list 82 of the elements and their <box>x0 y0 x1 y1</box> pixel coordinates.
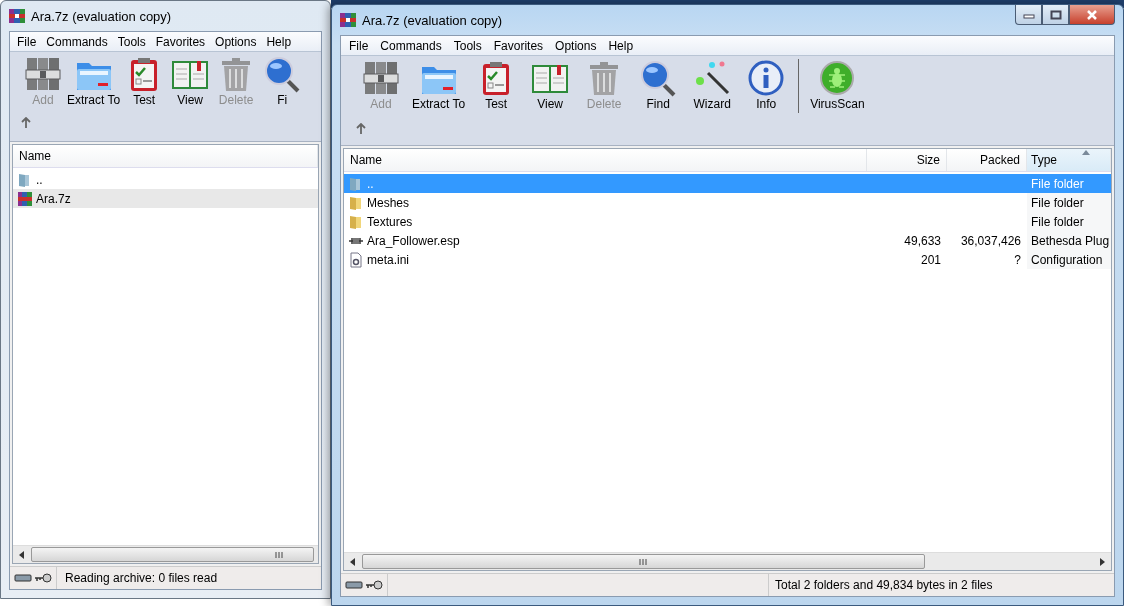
file-row[interactable]: Ara_Follower.esp 49,633 36,037,426 Bethesda Plug <box>344 231 1111 250</box>
file-row[interactable]: Textures File folder <box>344 212 1111 231</box>
column-header[interactable]: Name <box>344 149 867 171</box>
column-header[interactable]: Size <box>867 149 947 171</box>
up-arrow-icon[interactable] <box>20 117 32 129</box>
toolbar-button[interactable]: Extract To <box>409 59 469 111</box>
horizontal-scrollbar[interactable] <box>13 545 318 563</box>
cell-text: ? <box>1014 252 1021 267</box>
close-icon <box>1086 9 1098 20</box>
maximize-button[interactable] <box>1042 5 1069 25</box>
cell-text: File folder <box>1031 195 1084 210</box>
menu-item[interactable]: Tools <box>112 34 151 49</box>
archive-app-icon <box>9 8 25 24</box>
scroll-left-icon[interactable] <box>348 556 358 567</box>
key-icon <box>34 573 52 583</box>
menu-item[interactable]: Favorites <box>487 38 550 53</box>
menu-item[interactable]: Commands <box>374 38 448 53</box>
cell-text: .. <box>36 172 43 187</box>
scrollbar-thumb[interactable] <box>31 547 314 562</box>
menu-item[interactable]: Options <box>210 34 262 49</box>
toolbar-button[interactable]: Extract To <box>66 55 122 107</box>
drive-icon <box>14 573 32 583</box>
toolbar-button[interactable]: Test <box>121 55 168 107</box>
menu-item[interactable]: Commands <box>41 34 113 49</box>
key-icon <box>365 580 383 590</box>
status-text: Reading archive: 0 files read <box>64 571 218 585</box>
cell-text: File folder <box>1031 176 1084 191</box>
toolbar-button[interactable]: View <box>167 55 214 107</box>
toolbar-button[interactable]: Find <box>632 59 685 111</box>
cell-text: 201 <box>920 252 941 267</box>
cell-text: Meshes <box>367 195 410 210</box>
folder-icon <box>348 194 364 211</box>
minimize-button[interactable] <box>1015 5 1042 25</box>
horizontal-scrollbar[interactable] <box>344 552 1111 570</box>
archive-stack-icon <box>361 59 401 97</box>
status-text: Total 2 folders and 49,834 bytes in 2 files <box>768 574 993 596</box>
file-row[interactable]: .. <box>13 170 318 189</box>
cell-text: 49,633 <box>904 233 941 248</box>
cell-text: Bethesda Plug <box>1031 233 1110 248</box>
menu-item[interactable]: Help <box>602 38 640 53</box>
close-button[interactable] <box>1069 5 1115 25</box>
scrollbar-thumb[interactable] <box>362 554 925 569</box>
sort-up-icon <box>1082 150 1090 155</box>
scroll-right-icon[interactable] <box>1097 556 1107 567</box>
window-title: Ara.7z (evaluation copy) <box>31 8 172 24</box>
up-arrow-icon[interactable] <box>355 123 367 135</box>
menu-item[interactable]: Tools <box>447 38 488 53</box>
cell-text: 36,037,426 <box>960 233 1021 248</box>
scroll-left-icon[interactable] <box>17 549 27 560</box>
menu-item[interactable]: Options <box>549 38 603 53</box>
file-row[interactable]: Meshes File folder <box>344 193 1111 212</box>
menu-item[interactable]: File <box>12 34 42 49</box>
cell-text: meta.ini <box>367 252 410 267</box>
folder-icon <box>348 213 364 230</box>
file-row[interactable]: meta.ini 201 ? Configuration <box>344 250 1111 269</box>
cell-text: .. <box>367 176 374 191</box>
toolbar-button[interactable]: Test <box>470 59 523 111</box>
archive-stack-icon <box>23 55 63 93</box>
maximize-icon <box>1049 9 1062 20</box>
window-title: Ara.7z (evaluation copy) <box>362 12 503 28</box>
cell-text: Textures <box>367 214 413 229</box>
column-header[interactable]: Type <box>1027 149 1111 171</box>
cell-text: Ara.7z <box>36 191 71 206</box>
toolbar-button[interactable]: VirusScan <box>807 59 868 111</box>
grip-icon <box>275 551 283 558</box>
cell-text: File folder <box>1031 214 1084 229</box>
toolbar-button[interactable]: Fi <box>259 55 306 107</box>
drive-icon <box>345 580 363 590</box>
archive-app-icon <box>340 12 356 28</box>
file-row[interactable]: Ara.7z <box>13 189 318 208</box>
cell-text: Ara_Follower.esp <box>367 233 460 248</box>
toolbar-button[interactable]: Wizard <box>686 59 739 111</box>
settings-file-icon <box>348 251 364 268</box>
menu-item[interactable]: Favorites <box>150 34 211 49</box>
toolbar-button[interactable]: Info <box>740 59 793 111</box>
cell-text: Configuration <box>1031 252 1103 267</box>
toolbar-button[interactable]: View <box>524 59 577 111</box>
grip-icon <box>639 558 648 565</box>
menu-item[interactable]: Help <box>261 34 297 49</box>
archive-icon <box>17 190 33 207</box>
column-header[interactable]: Name <box>13 145 318 167</box>
menu-item[interactable]: File <box>343 38 375 53</box>
